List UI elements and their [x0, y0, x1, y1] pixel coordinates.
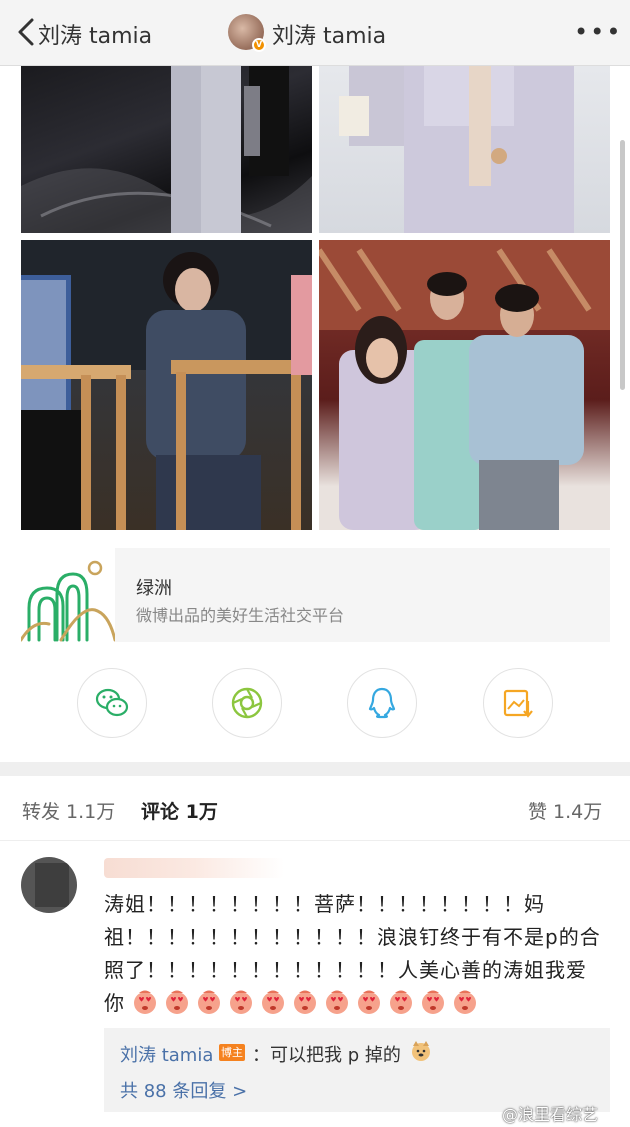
- commenter-name-blurred[interactable]: [104, 858, 284, 878]
- reply-author[interactable]: 刘涛 tamia: [120, 1041, 213, 1067]
- share-moments-button[interactable]: [212, 668, 282, 738]
- heart-eyes-emoji-icon: [230, 990, 253, 1014]
- doge-emoji-icon: [412, 1041, 430, 1061]
- moments-icon: [231, 687, 263, 719]
- back-label[interactable]: 刘涛 tamia: [38, 18, 152, 50]
- emoji-row: [132, 990, 484, 1015]
- post-photo-1[interactable]: [21, 66, 312, 233]
- qq-icon: [368, 687, 396, 719]
- wechat-icon: [95, 688, 129, 717]
- tab-forward[interactable]: 转发 1.1万: [22, 797, 115, 824]
- oasis-title: 绿洲: [136, 578, 172, 599]
- post-photo-2[interactable]: [319, 66, 610, 233]
- tab-divider: [0, 840, 630, 841]
- oasis-logo: [19, 548, 117, 642]
- heart-eyes-emoji-icon: [166, 990, 189, 1014]
- oasis-subtitle: 微博出品的美好生活社交平台: [136, 606, 345, 625]
- heart-eyes-emoji-icon: [198, 990, 221, 1014]
- share-save-image-button[interactable]: [483, 668, 553, 738]
- tab-like[interactable]: 赞 1.4万: [528, 797, 602, 824]
- section-divider: [0, 762, 630, 776]
- save-image-icon: [503, 689, 533, 718]
- oasis-link-card[interactable]: [19, 548, 610, 642]
- scrollbar[interactable]: [620, 140, 625, 390]
- tab-comment[interactable]: 评论 1万: [141, 797, 218, 824]
- host-badge: 博主: [219, 1044, 245, 1061]
- share-wechat-button[interactable]: [77, 668, 147, 738]
- heart-eyes-emoji-icon: [422, 990, 445, 1014]
- commenter-avatar[interactable]: [21, 857, 77, 913]
- comment-text: 涛姐！！！！！！！！菩萨！！！！！！！！妈祖！！！！！！！！！！！！浪浪钉终于有…: [104, 888, 604, 1020]
- heart-eyes-emoji-icon: [454, 990, 477, 1014]
- top-nav-bar: 刘涛 tamia V 刘涛 tamia •••: [0, 0, 630, 66]
- post-photo-3[interactable]: [21, 240, 312, 530]
- heart-eyes-emoji-icon: [390, 990, 413, 1014]
- page-title[interactable]: 刘涛 tamia: [272, 18, 386, 50]
- reply-text: ：可以把我 p 掉的: [252, 1045, 401, 1066]
- watermark: @浪里看综艺: [502, 1105, 599, 1124]
- more-menu-button[interactable]: •••: [574, 18, 622, 46]
- share-qq-button[interactable]: [347, 668, 417, 738]
- view-replies-link[interactable]: 共 88 条回复 >: [120, 1077, 247, 1103]
- verified-icon: V: [252, 38, 266, 52]
- heart-eyes-emoji-icon: [358, 990, 381, 1014]
- post-photo-4[interactable]: [319, 240, 610, 530]
- heart-eyes-emoji-icon: [262, 990, 285, 1014]
- heart-eyes-emoji-icon: [294, 990, 317, 1014]
- heart-eyes-emoji-icon: [326, 990, 349, 1014]
- heart-eyes-emoji-icon: [134, 990, 157, 1014]
